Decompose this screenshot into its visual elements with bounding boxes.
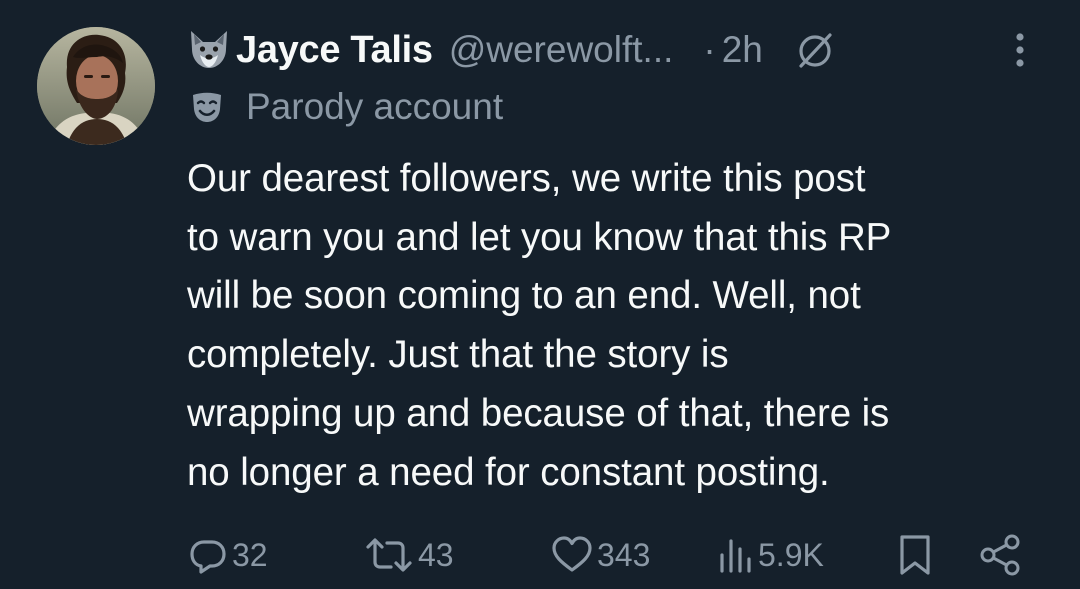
heart-icon bbox=[552, 536, 592, 572]
more-options-icon[interactable] bbox=[1008, 30, 1032, 70]
author-display-name[interactable]: Jayce Talis bbox=[236, 29, 433, 72]
repost-icon bbox=[366, 538, 412, 572]
null-circle-icon bbox=[799, 33, 832, 68]
views-count: 5.9K bbox=[758, 536, 824, 573]
wolf-face-emoji-icon bbox=[191, 31, 227, 68]
author-handle[interactable]: @werewolft... bbox=[449, 29, 674, 71]
reply-icon bbox=[190, 540, 226, 574]
repost-count: 43 bbox=[418, 536, 454, 573]
parody-account-label: Parody account bbox=[246, 86, 504, 127]
repost-button[interactable]: 43 bbox=[364, 530, 454, 580]
like-count: 343 bbox=[597, 536, 651, 573]
parody-label: Parody account bbox=[190, 84, 503, 130]
views-button[interactable]: 5.9K bbox=[718, 530, 824, 580]
avatar-image bbox=[37, 27, 155, 145]
theater-mask-icon bbox=[193, 92, 221, 122]
share-icon bbox=[980, 534, 1020, 576]
reply-count: 32 bbox=[232, 536, 268, 573]
post: Jayce Talis @werewolft... · 2h Parody ac… bbox=[0, 0, 1080, 589]
views-chart-icon bbox=[720, 539, 751, 573]
post-text: Our dearest followers, we write this pos… bbox=[187, 157, 892, 494]
share-button[interactable] bbox=[978, 530, 1022, 580]
post-header: Jayce Talis @werewolft... · 2h bbox=[186, 26, 1046, 74]
like-button[interactable]: 343 bbox=[551, 530, 650, 580]
avatar[interactable] bbox=[37, 27, 155, 145]
post-timestamp[interactable]: 2h bbox=[722, 29, 763, 71]
reply-button[interactable]: 32 bbox=[188, 530, 268, 580]
bookmark-button[interactable] bbox=[898, 530, 932, 580]
bookmark-icon bbox=[900, 535, 930, 575]
separator-dot: · bbox=[703, 29, 716, 70]
